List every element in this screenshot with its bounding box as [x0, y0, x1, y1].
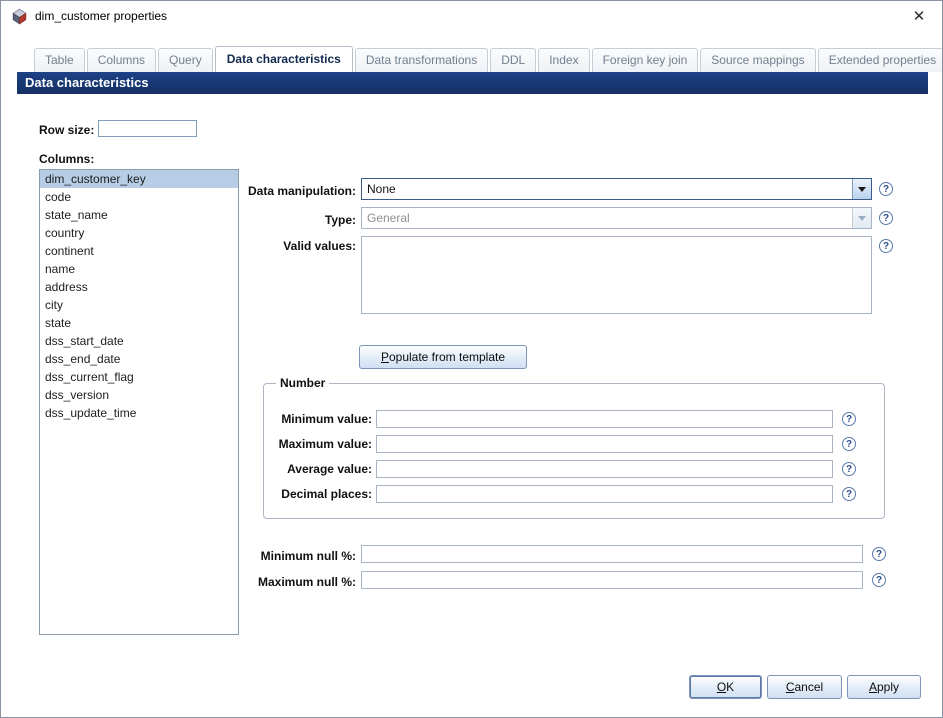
number-field-label: Maximum value: — [278, 437, 372, 451]
help-icon[interactable]: ? — [842, 462, 856, 476]
columns-label: Columns: — [39, 152, 95, 166]
help-icon[interactable]: ? — [879, 182, 893, 196]
number-field-input[interactable] — [376, 460, 833, 478]
number-group: Number Minimum value:? Maximum value:? Ave… — [263, 376, 885, 519]
button-label: ancel — [794, 680, 824, 694]
tab-index[interactable]: Index — [538, 48, 590, 72]
help-icon[interactable]: ? — [842, 487, 856, 501]
column-list-item[interactable]: dss_start_date — [40, 332, 238, 350]
data-manipulation-label: Data manipulation: — [247, 184, 356, 198]
tab-ddl[interactable]: DDL — [490, 48, 537, 72]
number-field-row: Average value:? — [270, 459, 856, 479]
number-field-label: Decimal places: — [281, 487, 372, 501]
type-label: Type: — [324, 213, 356, 227]
help-icon[interactable]: ? — [872, 573, 886, 587]
minimum-null-label: Minimum null %: — [260, 549, 356, 563]
tab-extended-properties[interactable]: Extended properties — [817, 48, 942, 72]
help-icon[interactable]: ? — [842, 412, 856, 426]
button-label: C — [785, 680, 795, 694]
maximum-null-input[interactable] — [361, 571, 863, 589]
type-combobox[interactable]: General — [361, 207, 872, 229]
button-label: P — [380, 350, 389, 364]
column-list-item[interactable]: state — [40, 314, 238, 332]
help-icon[interactable]: ? — [879, 211, 893, 225]
maximum-null-label: Maximum null %: — [257, 575, 356, 589]
number-field-label: Average value: — [287, 462, 372, 476]
help-icon[interactable]: ? — [879, 239, 893, 253]
column-list-item[interactable]: state_name — [40, 206, 238, 224]
number-fields: Minimum value:? Maximum value:? Average va… — [264, 409, 884, 504]
number-field-label: Minimum value: — [281, 412, 372, 426]
dialog-window: dim_customer properties ✕ Table Columns Qu… — [0, 0, 943, 718]
column-list-item[interactable]: dss_version — [40, 386, 238, 404]
column-list-item[interactable]: dim_customer_key — [40, 170, 238, 188]
dropdown-arrow-icon — [852, 208, 871, 228]
number-field-input[interactable] — [376, 410, 833, 428]
valid-values-textarea[interactable] — [361, 236, 872, 314]
minimum-null-input[interactable] — [361, 545, 863, 563]
column-list-item[interactable]: country — [40, 224, 238, 242]
number-field-row: Minimum value:? — [270, 409, 856, 429]
tab-foreign-key-join[interactable]: Foreign key join — [591, 48, 699, 72]
help-icon[interactable]: ? — [842, 437, 856, 451]
column-list-item[interactable]: name — [40, 260, 238, 278]
column-list-item[interactable]: dss_end_date — [40, 350, 238, 368]
number-field-input[interactable] — [376, 435, 833, 453]
button-label: O — [716, 680, 727, 694]
help-icon[interactable]: ? — [872, 547, 886, 561]
close-icon[interactable]: ✕ — [908, 5, 930, 27]
button-label: opulate from template — [388, 350, 506, 364]
window-title: dim_customer properties — [35, 9, 168, 23]
tab-query[interactable]: Query — [158, 48, 213, 72]
tab-columns[interactable]: Columns — [86, 48, 157, 72]
tab-data-transformations[interactable]: Data transformations — [354, 48, 489, 72]
number-field-input[interactable] — [376, 485, 833, 503]
column-list-item[interactable]: address — [40, 278, 238, 296]
column-list-item[interactable]: city — [40, 296, 238, 314]
column-list-item[interactable]: dss_update_time — [40, 404, 238, 422]
tab-data-characteristics[interactable]: Data characteristics — [214, 46, 353, 72]
type-value: General — [367, 211, 410, 225]
button-label: K — [726, 680, 735, 694]
button-label: A — [868, 680, 877, 694]
number-group-title: Number — [276, 376, 330, 390]
tab-table[interactable]: Table — [34, 48, 85, 72]
column-list-item[interactable]: code — [40, 188, 238, 206]
triangle-icon — [858, 186, 866, 192]
cancel-button[interactable]: Cancel — [767, 675, 842, 699]
button-label: pply — [877, 680, 900, 694]
valid-values-label: Valid values: — [283, 239, 356, 253]
data-manipulation-value: None — [367, 182, 396, 196]
ok-button[interactable]: OK — [689, 675, 762, 699]
column-list-item[interactable]: continent — [40, 242, 238, 260]
dropdown-arrow-icon[interactable] — [852, 179, 871, 199]
columns-list: dim_customer_key code state_name country con… — [39, 169, 239, 635]
row-size-label: Row size: — [39, 123, 95, 137]
tab-source-mappings[interactable]: Source mappings — [700, 48, 816, 72]
data-manipulation-combobox[interactable]: None — [361, 178, 872, 200]
title-bar: dim_customer properties ✕ — [1, 1, 942, 31]
triangle-icon — [858, 215, 866, 221]
apply-button[interactable]: Apply — [847, 675, 921, 699]
number-field-row: Maximum value:? — [270, 434, 856, 454]
row-size-input[interactable] — [98, 120, 197, 137]
section-header: Data characteristics — [17, 72, 928, 94]
number-field-row: Decimal places:? — [270, 484, 856, 504]
column-list-item[interactable]: dss_current_flag — [40, 368, 238, 386]
app-icon — [12, 8, 27, 25]
tab-strip: Table Columns Query Data characteristics Dat… — [34, 46, 942, 72]
populate-from-template-button[interactable]: Populate from template — [359, 345, 527, 369]
